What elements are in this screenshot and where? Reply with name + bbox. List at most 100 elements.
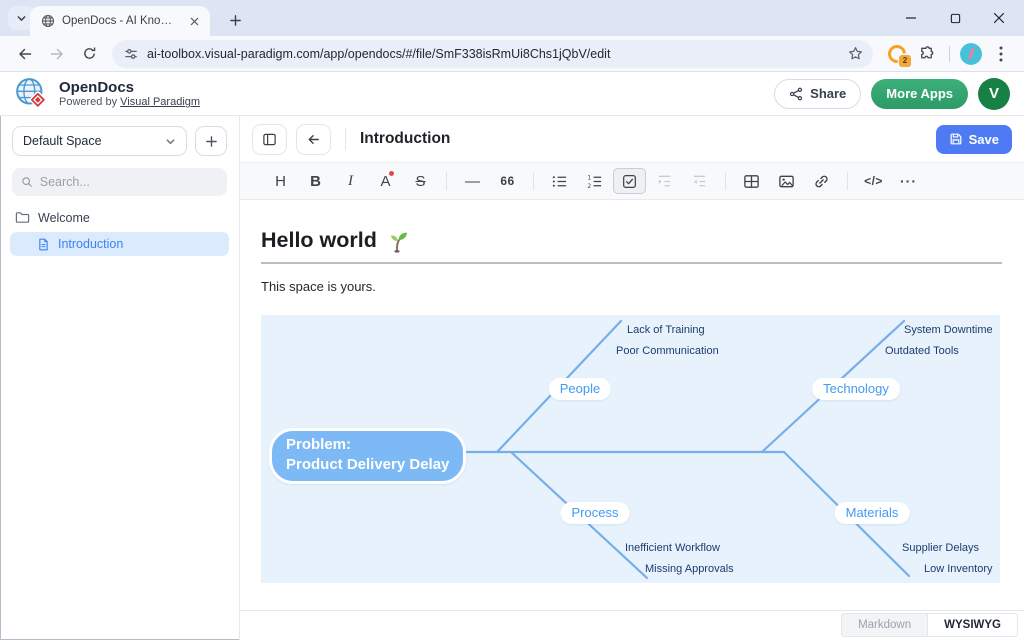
main-content: Introduction Save H B I A S — 66 12	[240, 116, 1024, 640]
cause-label: Lack of Training	[627, 324, 705, 336]
bold-button[interactable]: B	[299, 168, 332, 194]
chevron-down-icon	[165, 136, 176, 147]
document-heading: Hello world	[261, 228, 377, 253]
chevron-down-icon	[16, 13, 27, 24]
minimize-icon	[905, 12, 917, 24]
header-actions: Share More Apps V	[774, 78, 1010, 110]
tab-title: OpenDocs - AI Knowledge Base	[62, 15, 179, 27]
sidebar: Default Space Welcome Introduction	[0, 116, 240, 640]
close-window-button[interactable]	[992, 11, 1006, 25]
more-apps-button[interactable]: More Apps	[871, 79, 968, 109]
image-button[interactable]	[770, 168, 803, 194]
maximize-button[interactable]	[948, 11, 962, 25]
share-button[interactable]: Share	[774, 79, 861, 109]
profile-avatar[interactable]	[960, 43, 982, 65]
cause-label: Supplier Delays	[902, 542, 979, 554]
plus-icon	[205, 135, 218, 148]
plus-icon	[229, 14, 242, 27]
browser-toolbar: ai-toolbox.visual-paradigm.com/app/opend…	[0, 36, 1024, 72]
branch-people[interactable]: People	[549, 378, 611, 400]
sidebar-item-welcome[interactable]: Welcome	[0, 204, 239, 231]
search-icon	[21, 176, 33, 188]
app-name: OpenDocs	[59, 79, 200, 96]
extensions-button[interactable]	[913, 41, 939, 67]
arrow-left-icon	[17, 46, 33, 62]
branch-technology[interactable]: Technology	[812, 378, 900, 400]
browser-tab-strip: OpenDocs - AI Knowledge Base	[0, 0, 1024, 36]
close-icon	[190, 17, 199, 26]
reload-icon	[82, 46, 97, 61]
more-tools-button[interactable]: ···	[892, 168, 925, 194]
cause-label: Poor Communication	[616, 345, 719, 357]
table-icon	[743, 173, 760, 190]
editor-mode-footer: Markdown WYSIWYG	[240, 610, 1024, 640]
back-button-doc[interactable]	[296, 124, 331, 155]
document-area[interactable]: Hello world This space is yours.	[240, 200, 1024, 610]
url-bar[interactable]: ai-toolbox.visual-paradigm.com/app/opend…	[112, 40, 873, 68]
site-settings-icon	[124, 47, 138, 61]
profile-avatar-icon	[960, 43, 982, 65]
problem-node[interactable]: Problem: Product Delivery Delay	[269, 428, 466, 484]
browser-menu-button[interactable]	[988, 41, 1014, 67]
cause-label: Inefficient Workflow	[625, 542, 720, 554]
heading-button[interactable]: H	[264, 168, 297, 194]
cause-label: Outdated Tools	[885, 345, 959, 357]
ordered-list-button[interactable]: 12	[578, 168, 611, 194]
panel-left-icon	[262, 132, 277, 147]
task-list-button[interactable]	[613, 168, 646, 194]
link-button[interactable]	[805, 168, 838, 194]
code-button[interactable]: </>	[857, 168, 890, 194]
back-button[interactable]	[12, 41, 38, 67]
space-selector[interactable]: Default Space	[12, 126, 187, 156]
cause-label: Low Inventory	[924, 563, 992, 575]
checkbox-icon	[622, 174, 637, 189]
collapse-sidebar-button[interactable]	[252, 124, 287, 155]
horizontal-rule-button[interactable]: —	[456, 168, 489, 194]
tab-close-button[interactable]	[186, 13, 202, 29]
blockquote-button[interactable]: 66	[491, 168, 524, 194]
search-input[interactable]	[40, 175, 218, 189]
table-button[interactable]	[735, 168, 768, 194]
brand: OpenDocs Powered by Visual Paradigm	[14, 76, 200, 112]
save-button[interactable]: Save	[936, 125, 1012, 154]
search-box[interactable]	[12, 168, 227, 196]
bookmark-star-icon[interactable]	[848, 46, 863, 61]
divider	[847, 172, 848, 190]
maximize-icon	[950, 13, 961, 24]
divider	[446, 172, 447, 190]
arrow-right-icon	[49, 46, 65, 62]
branch-materials[interactable]: Materials	[835, 502, 910, 524]
bullet-list-button[interactable]	[543, 168, 576, 194]
app-header: OpenDocs Powered by Visual Paradigm Shar…	[0, 72, 1024, 116]
doc-header: Introduction Save	[240, 116, 1024, 162]
sidebar-item-introduction[interactable]: Introduction	[10, 232, 229, 256]
space-row: Default Space	[12, 126, 227, 156]
editor-toolbar: H B I A S — 66 12 </> ···	[240, 162, 1024, 200]
page-title: Introduction	[360, 130, 450, 148]
outdent-button[interactable]	[683, 168, 716, 194]
fishbone-diagram[interactable]: Problem: Product Delivery Delay People T…	[261, 315, 1000, 583]
add-space-button[interactable]	[195, 126, 227, 156]
extension-g-icon[interactable]: 2	[887, 44, 907, 64]
italic-button[interactable]: I	[334, 168, 367, 194]
minimize-button[interactable]	[904, 11, 918, 25]
visual-paradigm-link[interactable]: Visual Paradigm	[120, 96, 200, 108]
outdent-icon	[691, 173, 708, 190]
space-name: Default Space	[23, 134, 102, 148]
new-tab-button[interactable]	[222, 7, 248, 33]
bullet-list-icon	[551, 173, 568, 190]
tab-markdown[interactable]: Markdown	[841, 613, 927, 637]
browser-tab[interactable]: OpenDocs - AI Knowledge Base	[30, 6, 210, 36]
close-icon	[993, 12, 1005, 24]
tab-wysiwyg[interactable]: WYSIWYG	[927, 613, 1018, 637]
user-avatar[interactable]: V	[978, 78, 1010, 110]
puzzle-icon	[918, 45, 935, 62]
save-icon	[949, 132, 963, 146]
font-color-button[interactable]: A	[369, 168, 402, 194]
strikethrough-button[interactable]: S	[404, 168, 437, 194]
indent-button[interactable]	[648, 168, 681, 194]
forward-button[interactable]	[44, 41, 70, 67]
document-paragraph: This space is yours.	[261, 279, 1002, 294]
branch-process[interactable]: Process	[561, 502, 630, 524]
reload-button[interactable]	[76, 41, 102, 67]
